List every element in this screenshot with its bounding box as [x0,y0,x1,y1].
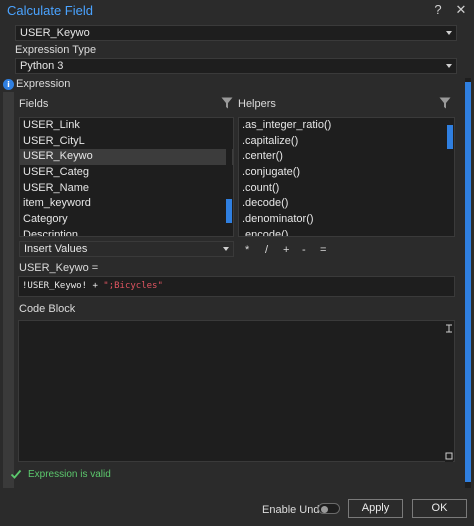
expression-field-token: !USER_Keywo! + [22,281,104,291]
expression-section-label: Expression [16,78,71,90]
insert-values-value: Insert Values [24,243,88,255]
filter-icon[interactable] [439,97,451,109]
info-icon: i [3,79,14,90]
operator-multiply-button[interactable]: * [245,244,249,256]
fields-list-item[interactable]: item_keyword [20,196,233,212]
expression-type-label: Expression Type [15,44,97,56]
field-select-value: USER_Keywo [20,27,90,39]
operator-subtract-button[interactable]: - [302,244,306,256]
dialog-scrollbar-thumb[interactable] [465,82,471,482]
fields-list-item[interactable]: USER_Keywo [20,149,233,166]
helpers-list-item[interactable]: .denominator() [239,212,454,228]
help-icon[interactable]: ? [430,2,446,18]
fields-scrollbar-thumb[interactable] [226,199,232,223]
expression-label: USER_Keywo = [19,262,99,274]
helpers-list-item[interactable]: .as_integer_ratio() [239,118,454,134]
helpers-list-item[interactable]: .center() [239,149,454,165]
section-collapse-bar[interactable] [3,92,14,488]
fields-list[interactable]: USER_Link USER_CityL USER_Keywo USER_Categ U… [19,117,234,237]
chevron-down-icon [446,64,452,68]
fields-list-item[interactable]: USER_Name [20,181,233,197]
chevron-down-icon [223,247,229,251]
expression-type-select[interactable]: Python 3 [15,58,457,74]
code-block-scrollbar[interactable] [445,322,453,462]
filter-icon[interactable] [221,97,233,109]
helpers-scrollbar-thumb[interactable] [447,125,453,149]
fields-list-item[interactable]: Description [20,228,233,236]
validation-message: Expression is valid [28,469,111,480]
ok-button[interactable]: OK [412,499,467,518]
check-icon [10,469,22,479]
dialog-scrollbar[interactable] [465,78,471,488]
code-block-input[interactable] [18,320,455,462]
helpers-list-item[interactable]: .capitalize() [239,134,454,150]
operator-add-button[interactable]: + [283,244,289,256]
insert-values-select[interactable]: Insert Values [19,241,234,257]
code-block-label: Code Block [19,303,76,315]
close-icon[interactable]: ✕ [453,2,469,18]
chevron-down-icon [446,31,452,35]
helpers-label: Helpers [238,98,276,110]
operator-divide-button[interactable]: / [265,244,268,256]
enable-undo-toggle[interactable] [318,503,340,514]
fields-scrollbar[interactable] [226,119,232,235]
fields-list-item[interactable]: Category [20,212,233,228]
expression-input[interactable]: !USER_Keywo! + ";Bicycles" [18,276,455,297]
helpers-list-item[interactable]: .decode() [239,196,454,212]
fields-list-item[interactable]: USER_CityL [20,134,233,150]
fields-label: Fields [19,98,49,110]
fields-list-item[interactable]: USER_Link [20,118,233,134]
helpers-list-item[interactable]: .count() [239,181,454,197]
title-bar: Calculate Field ? ✕ [0,0,474,22]
fields-list-item[interactable]: USER_Categ [20,165,233,181]
operator-equals-button[interactable]: = [320,244,326,256]
helpers-list-item[interactable]: .conjugate() [239,165,454,181]
toggle-knob [321,505,328,513]
helpers-list-item[interactable]: .encode() [239,228,454,236]
helpers-list[interactable]: .as_integer_ratio() .capitalize() .center(… [238,117,455,237]
apply-button[interactable]: Apply [348,499,403,518]
expression-type-value: Python 3 [20,60,64,72]
enable-undo-label: Enable Undo [262,504,326,516]
field-select[interactable]: USER_Keywo [15,25,457,41]
helpers-scrollbar[interactable] [447,119,453,235]
expression-string-token: ";Bicycles" [103,281,163,291]
window-title: Calculate Field [7,3,93,18]
